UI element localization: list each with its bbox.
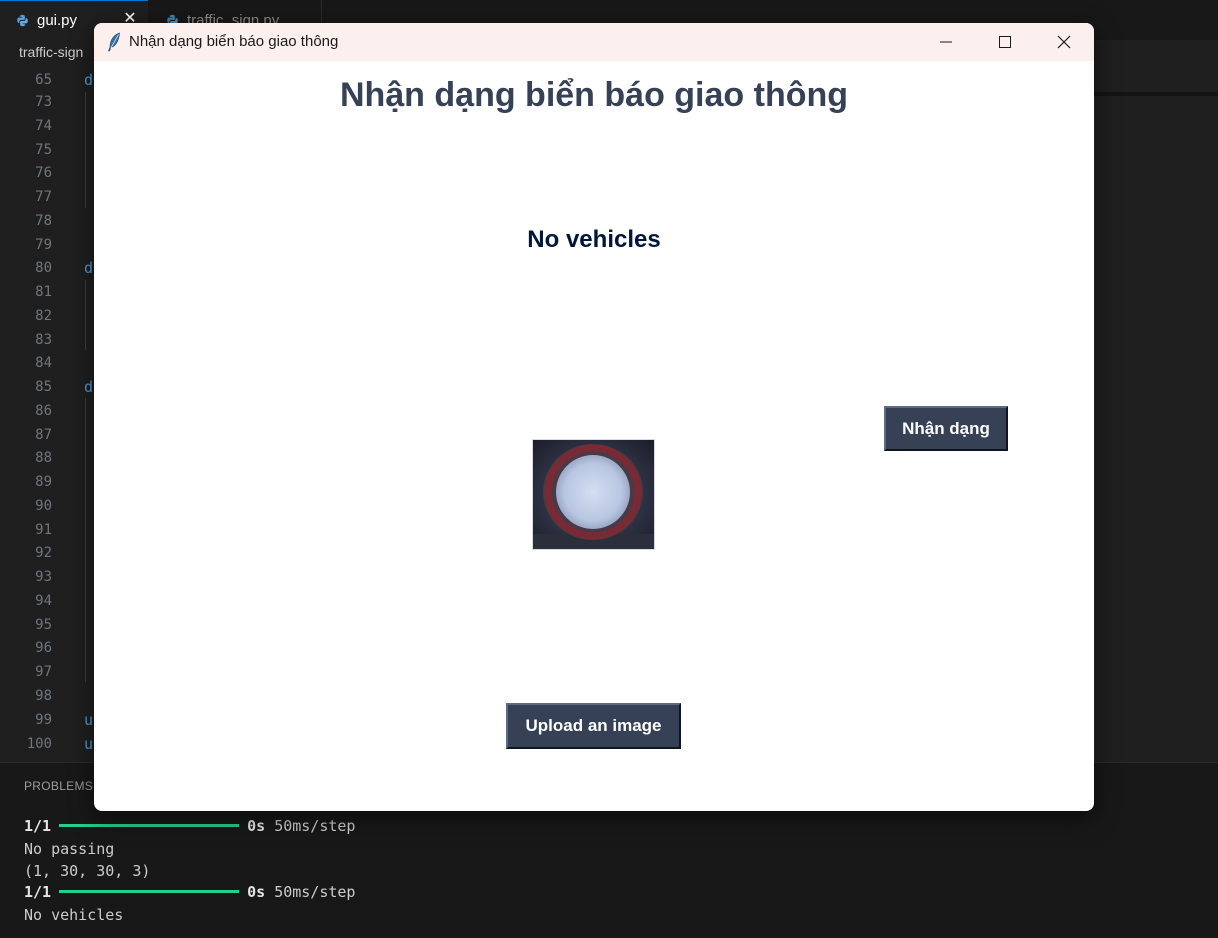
window-title: Nhận dạng biển báo giao thông — [129, 33, 339, 50]
maximize-icon — [999, 36, 1011, 48]
line-number: 78 — [35, 213, 52, 229]
scroll-shadow — [1094, 92, 1218, 96]
line-number: 89 — [35, 474, 52, 490]
breadcrumb[interactable]: traffic-sign — [19, 44, 83, 60]
classification-result: No vehicles — [527, 226, 661, 253]
line-number: 96 — [35, 640, 52, 656]
line-number: 88 — [35, 450, 52, 466]
minimize-icon — [940, 41, 952, 43]
line-number: 87 — [35, 427, 52, 443]
line-number: 90 — [35, 498, 52, 514]
python-file-icon — [16, 14, 29, 27]
terminal-output-line: No vehicles — [24, 906, 124, 924]
close-icon — [1057, 35, 1071, 49]
code-fragment: u — [84, 711, 94, 729]
line-number: 84 — [35, 355, 52, 371]
window-titlebar[interactable]: Nhận dạng biển báo giao thông — [94, 23, 1094, 61]
line-number: 97 — [35, 664, 52, 680]
line-number: 81 — [35, 284, 52, 300]
indent-guide — [85, 398, 86, 682]
line-number: 82 — [35, 308, 52, 324]
classify-button[interactable]: Nhận dạng — [884, 406, 1008, 451]
line-number: 80 — [35, 260, 52, 276]
line-number: 77 — [35, 189, 52, 205]
app-heading: Nhận dạng biển báo giao thông — [339, 76, 849, 114]
line-number: 75 — [35, 142, 52, 158]
tk-app-window: Nhận dạng biển báo giao thông Nhận dạng … — [94, 23, 1094, 811]
line-number: 95 — [35, 617, 52, 633]
terminal-output-line: (1, 30, 30, 3) — [24, 862, 151, 880]
tab-label: gui.py — [37, 12, 78, 29]
minimize-button[interactable] — [917, 23, 975, 61]
progress-bar — [59, 890, 240, 893]
indent-guide — [85, 92, 86, 208]
code-fragment: d — [84, 259, 94, 277]
line-number: 83 — [35, 332, 52, 348]
step-rate: 50ms/step — [274, 817, 356, 835]
line-number: 91 — [35, 522, 52, 538]
line-number: 73 — [35, 94, 52, 110]
code-fragment: d — [84, 378, 94, 396]
editor-area — [1094, 92, 1218, 762]
step-time: 0s — [247, 817, 266, 835]
upload-image-button[interactable]: Upload an image — [506, 703, 681, 749]
step-count: 1/1 — [24, 883, 52, 901]
step-rate: 50ms/step — [274, 883, 356, 901]
line-number: 93 — [35, 569, 52, 585]
line-number: 100 — [26, 736, 52, 752]
line-number: 74 — [35, 118, 52, 134]
line-number: 65 — [35, 72, 52, 88]
terminal-progress-line: 1/1 0s 50ms/step — [24, 817, 355, 835]
terminal-output-line: No passing — [24, 840, 115, 858]
uploaded-sign-image — [532, 439, 655, 550]
close-button[interactable] — [1035, 23, 1093, 61]
progress-bar — [59, 824, 240, 827]
line-number: 92 — [35, 545, 52, 561]
line-number: 94 — [35, 593, 52, 609]
line-number: 85 — [35, 379, 52, 395]
line-number: 99 — [35, 712, 52, 728]
panel-tab-problems[interactable]: PROBLEMS — [24, 779, 93, 793]
step-time: 0s — [247, 883, 266, 901]
line-number: 86 — [35, 403, 52, 419]
code-fragment: u — [84, 735, 94, 753]
feather-icon — [107, 32, 121, 52]
line-number: 79 — [35, 237, 52, 253]
maximize-button[interactable] — [976, 23, 1034, 61]
indent-guide — [85, 280, 86, 350]
step-count: 1/1 — [24, 817, 52, 835]
line-number: 76 — [35, 165, 52, 181]
code-fragment: d — [84, 71, 94, 89]
terminal-progress-line: 1/1 0s 50ms/step — [24, 883, 355, 901]
line-number: 98 — [35, 688, 52, 704]
